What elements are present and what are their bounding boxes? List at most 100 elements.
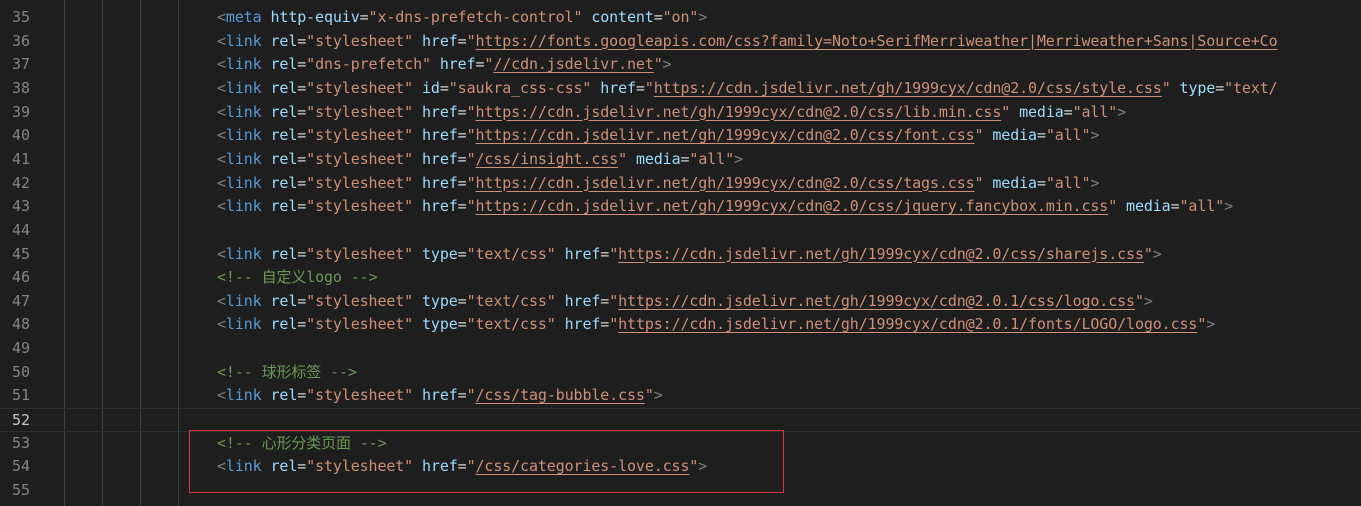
line-content[interactable]: <link rel="stylesheet" href="/css/insigh… bbox=[217, 148, 743, 172]
code-line[interactable]: 55 bbox=[0, 479, 1361, 503]
code-line[interactable]: 49 bbox=[0, 337, 1361, 361]
line-number: 49 bbox=[11, 339, 30, 358]
code-line[interactable]: 51 <link rel="stylesheet" href="/css/tag-… bbox=[0, 384, 1361, 408]
line-number: 55 bbox=[11, 481, 30, 499]
code-editor[interactable]: 35 <meta http-equiv="x-dns-prefetch-contr… bbox=[0, 0, 1361, 506]
attribute-value: " bbox=[618, 149, 628, 168]
url-link[interactable]: /css/tag-bubble.css bbox=[476, 386, 645, 404]
code-line[interactable]: 39 <link rel="stylesheet" href="https://c… bbox=[0, 101, 1361, 125]
url-link[interactable]: https://cdn.jsdelivr.net/gh/1999cyx/cdn@… bbox=[618, 315, 1197, 333]
line-content[interactable]: <link rel="stylesheet" href="https://cdn… bbox=[217, 124, 1099, 148]
equals-sign: = bbox=[1036, 126, 1046, 145]
code-line[interactable]: 53 <!-- 心形分类页面 --> bbox=[0, 432, 1361, 456]
attribute-value: "text/css" bbox=[466, 315, 556, 334]
punctuation: < bbox=[217, 386, 226, 405]
url-link[interactable]: https://cdn.jsdelivr.net/gh/1999cyx/cdn@… bbox=[618, 245, 1144, 263]
code-line[interactable]: 44 bbox=[0, 219, 1361, 243]
attribute-name: rel bbox=[270, 78, 298, 97]
url-link[interactable]: https://cdn.jsdelivr.net/gh/1999cyx/cdn@… bbox=[476, 197, 1109, 215]
code-line[interactable]: 43 <link rel="stylesheet" href="https://c… bbox=[0, 195, 1361, 219]
code-line[interactable]: 41 <link rel="stylesheet" href="/css/insi… bbox=[0, 148, 1361, 172]
punctuation: > bbox=[698, 8, 708, 26]
code-line[interactable]: 40 <link rel="stylesheet" href="https://c… bbox=[0, 124, 1361, 148]
url-link[interactable]: /css/categories-love.css bbox=[476, 457, 690, 475]
url-link[interactable]: https://cdn.jsdelivr.net/gh/1999cyx/cdn@… bbox=[618, 292, 1135, 310]
punctuation: > bbox=[733, 149, 743, 168]
equals-sign: = bbox=[457, 197, 467, 216]
code-line[interactable]: 35 <meta http-equiv="x-dns-prefetch-contr… bbox=[0, 6, 1361, 30]
attribute-value: " bbox=[1134, 291, 1144, 310]
line-content[interactable]: <link rel="stylesheet" href="https://cdn… bbox=[217, 101, 1126, 125]
attribute-value: "stylesheet" bbox=[306, 78, 414, 97]
line-content[interactable]: <link rel="stylesheet" id="saukra_css-cs… bbox=[217, 77, 1278, 101]
attribute-name: href bbox=[422, 31, 458, 50]
url-link[interactable]: //cdn.jsdelivr.net bbox=[493, 55, 654, 73]
line-number: 37 bbox=[11, 55, 30, 74]
comment: <!-- bbox=[217, 268, 262, 287]
attribute-name: href bbox=[422, 386, 458, 405]
equals-sign: = bbox=[297, 149, 307, 168]
line-content[interactable]: <link rel="stylesheet" type="text/css" h… bbox=[217, 243, 1162, 267]
url-link[interactable]: https://cdn.jsdelivr.net/gh/1999cyx/cdn@… bbox=[654, 79, 1162, 97]
line-content[interactable]: <!-- 球形标签 --> bbox=[217, 361, 357, 385]
attribute-value: " bbox=[1161, 78, 1171, 97]
url-link[interactable]: https://cdn.jsdelivr.net/gh/1999cyx/cdn@… bbox=[476, 126, 975, 144]
code-line[interactable]: 45 <link rel="stylesheet" type="text/css"… bbox=[0, 243, 1361, 267]
equals-sign: = bbox=[457, 149, 467, 168]
equals-sign: = bbox=[359, 8, 369, 26]
line-content[interactable]: <link rel="stylesheet" type="text/css" h… bbox=[217, 313, 1215, 337]
code-line[interactable]: 36 <link rel="stylesheet" href="https://f… bbox=[0, 30, 1361, 54]
code-line[interactable]: 48 <link rel="stylesheet" type="text/css"… bbox=[0, 313, 1361, 337]
code-line[interactable]: 42 <link rel="stylesheet" href="https://c… bbox=[0, 172, 1361, 196]
line-content[interactable]: <link rel="stylesheet" href="https://cdn… bbox=[217, 195, 1233, 219]
attribute-name: media bbox=[1126, 197, 1171, 216]
attribute-name: href bbox=[564, 244, 601, 263]
code-line[interactable]: 37 <link rel="dns-prefetch" href="//cdn.j… bbox=[0, 53, 1361, 77]
code-line[interactable]: 54 <link rel="stylesheet" href="/css/cate… bbox=[0, 455, 1361, 479]
code-line[interactable]: 52 bbox=[0, 408, 1361, 432]
line-content[interactable]: <link rel="stylesheet" type="text/css" h… bbox=[217, 290, 1153, 314]
attribute-name: id bbox=[422, 78, 440, 97]
code-line[interactable]: 46 <!-- 自定义logo --> bbox=[0, 266, 1361, 290]
line-content[interactable]: <link rel="stylesheet" href="https://cdn… bbox=[217, 172, 1099, 196]
line-content[interactable]: <!-- 心形分类页面 --> bbox=[217, 432, 387, 456]
punctuation: > bbox=[1143, 291, 1153, 310]
attribute-name: rel bbox=[270, 244, 298, 263]
attribute-name: href bbox=[422, 149, 458, 168]
code-line[interactable]: 38 <link rel="stylesheet" id="saukra_css-… bbox=[0, 77, 1361, 101]
equals-sign: = bbox=[600, 315, 610, 334]
line-content[interactable]: <meta http-equiv="x-dns-prefetch-control… bbox=[217, 6, 707, 30]
url-link[interactable]: https://cdn.jsdelivr.net/gh/1999cyx/cdn@… bbox=[476, 103, 1002, 121]
attribute-value: " bbox=[653, 55, 663, 74]
punctuation: > bbox=[662, 55, 672, 74]
tag-name: link bbox=[225, 126, 262, 145]
line-content[interactable]: <link rel="stylesheet" href="/css/catego… bbox=[217, 455, 707, 479]
line-content[interactable]: <!-- 自定义logo --> bbox=[217, 266, 378, 290]
url-link[interactable]: /css/insight.css bbox=[476, 150, 619, 168]
line-number: 48 bbox=[11, 315, 30, 334]
code-line[interactable]: 50 <!-- 球形标签 --> bbox=[0, 361, 1361, 385]
punctuation: > bbox=[698, 457, 708, 476]
line-content[interactable]: <link rel="dns-prefetch" href="//cdn.jsd… bbox=[217, 53, 672, 77]
code-line[interactable]: 47 <link rel="stylesheet" type="text/css"… bbox=[0, 290, 1361, 314]
url-link[interactable]: https://cdn.jsdelivr.net/gh/1999cyx/cdn@… bbox=[476, 174, 975, 192]
line-content[interactable]: <link rel="stylesheet" href="/css/tag-bu… bbox=[217, 384, 663, 408]
tag-name: link bbox=[225, 457, 262, 476]
attribute-name: content bbox=[591, 8, 654, 26]
line-content[interactable]: <link rel="stylesheet" href="https://fon… bbox=[217, 30, 1278, 54]
url-link[interactable]: https://fonts.googleapis.com/css?family=… bbox=[476, 32, 1278, 50]
tag-name: link bbox=[225, 386, 262, 405]
attribute-name: rel bbox=[270, 315, 298, 334]
attribute-value: "stylesheet" bbox=[306, 102, 414, 121]
attribute-name: media bbox=[1019, 102, 1064, 121]
comment: <!-- bbox=[217, 433, 262, 452]
comment: 自定义 bbox=[261, 268, 307, 287]
